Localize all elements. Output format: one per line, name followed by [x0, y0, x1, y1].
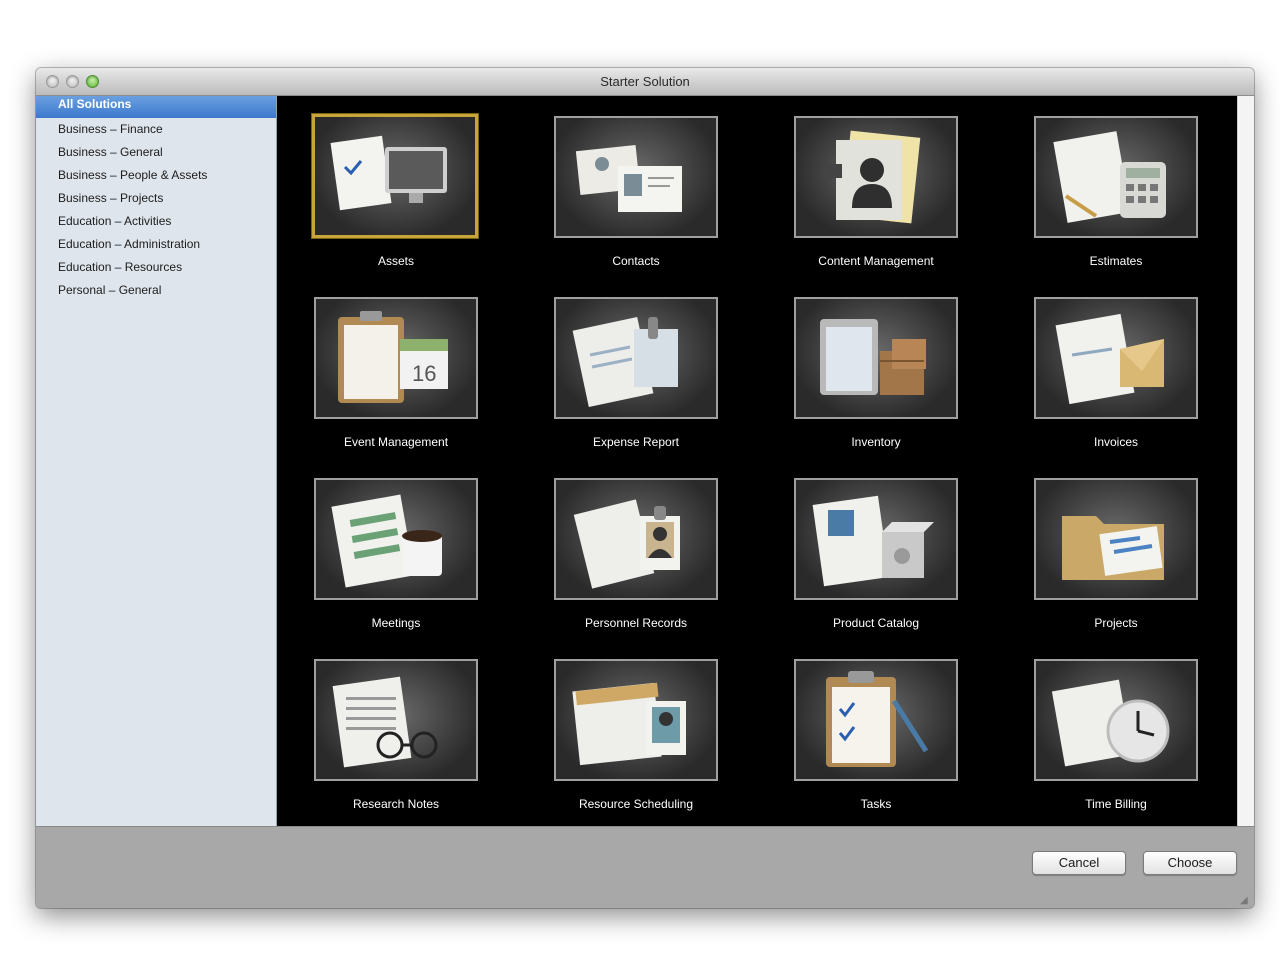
solution-label: Content Management [818, 254, 934, 268]
close-window-icon[interactable] [46, 75, 59, 88]
inventory-icon [794, 297, 958, 419]
zoom-window-icon[interactable] [86, 75, 99, 88]
sidebar-item-education-administration[interactable]: Education – Administration [36, 233, 276, 256]
invoices-icon [1034, 297, 1198, 419]
contacts-icon [554, 116, 718, 238]
sidebar-item-education-resources[interactable]: Education – Resources [36, 256, 276, 279]
sidebar-item-business-people-assets[interactable]: Business – People & Assets [36, 164, 276, 187]
choose-button[interactable]: Choose [1143, 851, 1237, 875]
event-management-icon: 16 [314, 297, 478, 419]
minimize-window-icon[interactable] [66, 75, 79, 88]
solution-label: Projects [1094, 616, 1138, 630]
solution-label: Resource Scheduling [578, 797, 694, 811]
solution-label: Research Notes [352, 797, 440, 811]
personnel-records-icon [554, 478, 718, 600]
solution-label: Tasks [860, 797, 892, 811]
solution-label: Product Catalog [832, 616, 920, 630]
expense-report-icon [554, 297, 718, 419]
solution-label: Assets [377, 254, 414, 268]
solution-label: Event Management [343, 435, 449, 449]
assets-icon [312, 114, 478, 238]
projects-icon [1034, 478, 1198, 600]
solution-label: Meetings [371, 616, 421, 630]
sidebar-item-business-finance[interactable]: Business – Finance [36, 118, 276, 141]
resize-grip-icon[interactable]: ◢ [1240, 895, 1250, 906]
research-notes-icon [314, 659, 478, 781]
solution-label: Time Billing [1085, 797, 1147, 811]
title-bar[interactable]: Starter Solution [36, 68, 1254, 96]
sidebar-item-business-projects[interactable]: Business – Projects [36, 187, 276, 210]
solution-label: Contacts [612, 254, 660, 268]
sidebar-item-education-activities[interactable]: Education – Activities [36, 210, 276, 233]
sidebar-item-business-general[interactable]: Business – General [36, 141, 276, 164]
solution-label: Personnel Records [584, 616, 688, 630]
solution-label: Estimates [1089, 254, 1143, 268]
window-title: Starter Solution [600, 74, 690, 89]
category-sidebar: All Solutions Business – Finance Busines… [36, 96, 277, 826]
sidebar-item-all-solutions[interactable]: All Solutions [36, 96, 276, 118]
content-management-icon [794, 116, 958, 238]
svg-text:16: 16 [412, 361, 436, 386]
meetings-icon [314, 478, 478, 600]
solution-label: Invoices [1093, 435, 1139, 449]
tasks-icon [794, 659, 958, 781]
product-catalog-icon [794, 478, 958, 600]
solution-label: Expense Report [592, 435, 680, 449]
solutions-grid: Assets Contacts Content Management Estimate… [277, 96, 1237, 826]
time-billing-icon [1034, 659, 1198, 781]
starter-solution-window: Starter Solution All Solutions Business … [36, 68, 1254, 908]
cancel-button[interactable]: Cancel [1032, 851, 1126, 875]
vertical-scrollbar[interactable] [1237, 96, 1254, 826]
resource-scheduling-icon [554, 659, 718, 781]
button-bar: Cancel Choose ◢ [36, 826, 1254, 908]
estimates-icon [1034, 116, 1198, 238]
solution-label: Inventory [851, 435, 901, 449]
sidebar-item-personal-general[interactable]: Personal – General [36, 279, 276, 302]
